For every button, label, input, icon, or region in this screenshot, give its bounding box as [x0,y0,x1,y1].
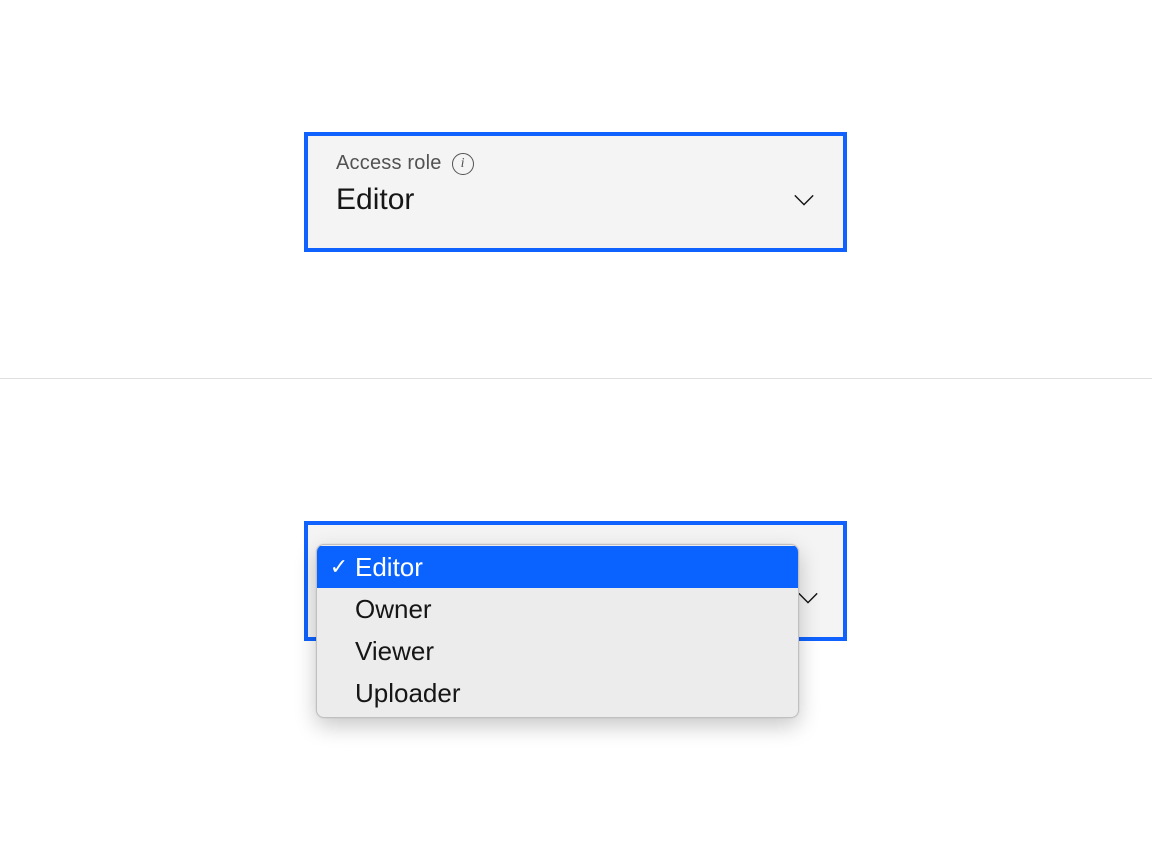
menu-item-editor[interactable]: ✓ Editor [317,546,798,588]
dropdown-selected-value: Editor [336,183,414,217]
menu-item-label: Owner [355,594,432,625]
dropdown-value-row: Editor [336,183,815,217]
dropdown-label-row: Access role i [336,152,815,175]
chevron-down-icon [793,193,815,207]
check-icon: ✓ [327,556,351,578]
menu-item-owner[interactable]: ✓ Owner [317,588,798,630]
info-icon[interactable]: i [452,153,474,175]
chevron-down-icon [797,591,819,605]
section-divider [0,378,1152,379]
access-role-dropdown[interactable]: Access role i Editor [304,132,847,252]
menu-item-label: Uploader [355,678,461,709]
dropdown-label: Access role [336,152,442,175]
menu-item-label: Viewer [355,636,434,667]
menu-item-viewer[interactable]: ✓ Viewer [317,630,798,672]
access-role-menu: ✓ Editor ✓ Owner ✓ Viewer ✓ Uploader [316,544,799,718]
menu-item-uploader[interactable]: ✓ Uploader [317,672,798,714]
menu-item-label: Editor [355,552,423,583]
